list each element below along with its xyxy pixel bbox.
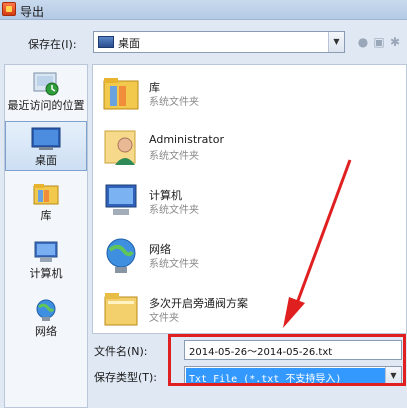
title-bar: 导出 bbox=[0, 0, 407, 20]
back-icon[interactable]: ● bbox=[356, 35, 370, 49]
list-item[interactable]: 网络 系统文件夹 bbox=[93, 231, 406, 283]
place-libraries-label: 库 bbox=[40, 209, 52, 222]
libraries-icon bbox=[33, 184, 59, 205]
filename-field[interactable] bbox=[184, 340, 402, 360]
place-desktop-label: 桌面 bbox=[35, 154, 57, 167]
computer-icon bbox=[34, 241, 58, 262]
file-type: 系统文件夹 bbox=[149, 205, 199, 216]
save-in-label: 保存在(I): bbox=[28, 38, 77, 51]
places-bar: 最近访问的位置 桌面 库 计算机 网络 bbox=[4, 64, 88, 408]
place-recent[interactable]: 最近访问的位置 bbox=[5, 69, 87, 112]
save-form: 文件名(N): 保存类型(T): Txt File (*.txt 不支持导入) … bbox=[92, 334, 407, 408]
user-icon bbox=[104, 130, 136, 165]
file-name: Administrator bbox=[149, 133, 224, 146]
desktop-icon bbox=[98, 36, 114, 48]
list-item[interactable]: 库 系统文件夹 bbox=[93, 69, 406, 121]
place-recent-label: 最近访问的位置 bbox=[7, 99, 85, 112]
folder-icon bbox=[104, 293, 138, 326]
save-in-combo[interactable]: 桌面 ▼ bbox=[93, 31, 345, 53]
place-network-label: 网络 bbox=[35, 325, 57, 338]
up-folder-icon[interactable]: ▣ bbox=[372, 35, 386, 49]
list-item[interactable]: Administrator 系统文件夹 bbox=[93, 123, 406, 175]
app-icon bbox=[2, 2, 16, 16]
list-item[interactable]: 计算机 系统文件夹 bbox=[93, 177, 406, 229]
recent-places-icon bbox=[33, 72, 59, 96]
toolbar: 保存在(I): 桌面 ▼ ● ▣ ✱ bbox=[0, 20, 407, 64]
place-libraries[interactable]: 库 bbox=[5, 181, 87, 222]
libraries-icon bbox=[103, 78, 139, 110]
network-icon bbox=[36, 299, 56, 321]
place-network[interactable]: 网络 bbox=[5, 297, 87, 338]
filetype-select[interactable]: Txt File (*.txt 不支持导入) ▼ bbox=[184, 366, 402, 386]
file-type: 系统文件夹 bbox=[149, 259, 199, 270]
new-folder-icon[interactable]: ✱ bbox=[388, 35, 402, 49]
place-computer[interactable]: 计算机 bbox=[5, 239, 87, 280]
file-list: 库 系统文件夹 Administrator 系统文件夹 计算机 系统文件夹 网络… bbox=[92, 64, 407, 334]
network-icon bbox=[106, 238, 136, 273]
desktop-icon bbox=[31, 127, 61, 150]
place-desktop[interactable]: 桌面 bbox=[5, 121, 87, 171]
file-type: 系统文件夹 bbox=[149, 151, 199, 162]
list-item[interactable]: 多次开启旁通阀方案 文件夹 bbox=[93, 285, 406, 333]
chevron-down-icon[interactable]: ▼ bbox=[328, 32, 344, 52]
computer-icon bbox=[105, 184, 137, 215]
filename-label: 文件名(N): bbox=[94, 345, 148, 358]
file-type: 系统文件夹 bbox=[149, 97, 199, 108]
file-type: 文件夹 bbox=[149, 313, 179, 324]
location-value: 桌面 bbox=[118, 37, 140, 50]
filetype-value: Txt File (*.txt 不支持导入) bbox=[186, 368, 386, 385]
place-computer-label: 计算机 bbox=[29, 267, 63, 280]
chevron-down-icon[interactable]: ▼ bbox=[385, 367, 401, 385]
window-title: 导出 bbox=[20, 5, 45, 19]
filetype-label: 保存类型(T): bbox=[94, 371, 158, 384]
